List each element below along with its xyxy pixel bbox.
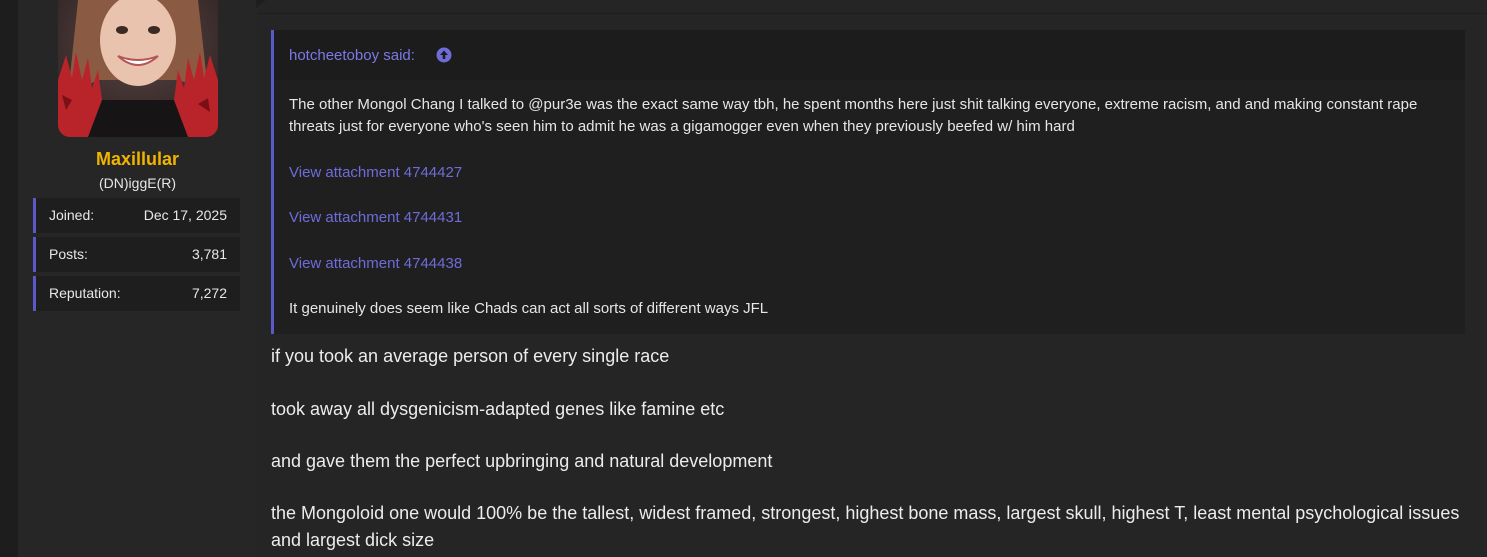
post-paragraph: and gave them the perfect upbringing and…: [271, 451, 773, 471]
avatar-image: [58, 0, 218, 137]
stat-joined: Joined: Dec 17, 2025: [33, 198, 240, 233]
post-paragraph: if you took an average person of every s…: [271, 346, 670, 366]
user-title: (DN)iggE(R): [99, 175, 176, 191]
attachment-link[interactable]: View attachment 4744427: [289, 164, 462, 181]
post-paragraph: the Mongoloid one would 100% be the tall…: [271, 503, 1460, 550]
quote-header: hotcheetoboy said:: [274, 30, 1465, 80]
stat-posts: Posts: 3,781: [33, 237, 240, 272]
username[interactable]: Maxillular: [18, 149, 257, 170]
quote-text: The other Mongol Chang I talked to @pur3…: [289, 96, 1418, 135]
quote-author-link[interactable]: hotcheetoboy said:: [289, 47, 415, 64]
attachment-link[interactable]: View attachment 4744431: [289, 209, 462, 226]
user-sidebar: Maxillular (DN)iggE(R) Joined: Dec 17, 2…: [18, 0, 257, 557]
stat-label: Posts:: [49, 246, 88, 262]
stat-label: Joined:: [49, 207, 95, 223]
stat-value: 3,781: [191, 246, 227, 262]
stat-value: Dec 17, 2025: [143, 207, 227, 223]
post-paragraph: took away all dysgenicism-adapted genes …: [271, 399, 725, 419]
post-content: hotcheetoboy said: The other Mongol Chan…: [256, 0, 1487, 557]
attachment-link[interactable]: View attachment 4744438: [289, 255, 462, 272]
stat-reputation: Reputation: 7,272: [33, 276, 240, 311]
avatar[interactable]: [58, 0, 218, 137]
post-arrow: [256, 0, 266, 8]
quote-closing-text: It genuinely does seem like Chads can ac…: [289, 300, 769, 317]
forum-post: Maxillular (DN)iggE(R) Joined: Dec 17, 2…: [18, 0, 1487, 557]
page-gutter: [0, 0, 18, 557]
stat-label: Reputation:: [49, 285, 121, 301]
stat-value: 7,272: [191, 285, 227, 301]
arrow-circle-up-icon[interactable]: [436, 47, 452, 63]
post-header-divider: [257, 13, 1487, 14]
quote-block: hotcheetoboy said: The other Mongol Chan…: [271, 30, 1465, 334]
